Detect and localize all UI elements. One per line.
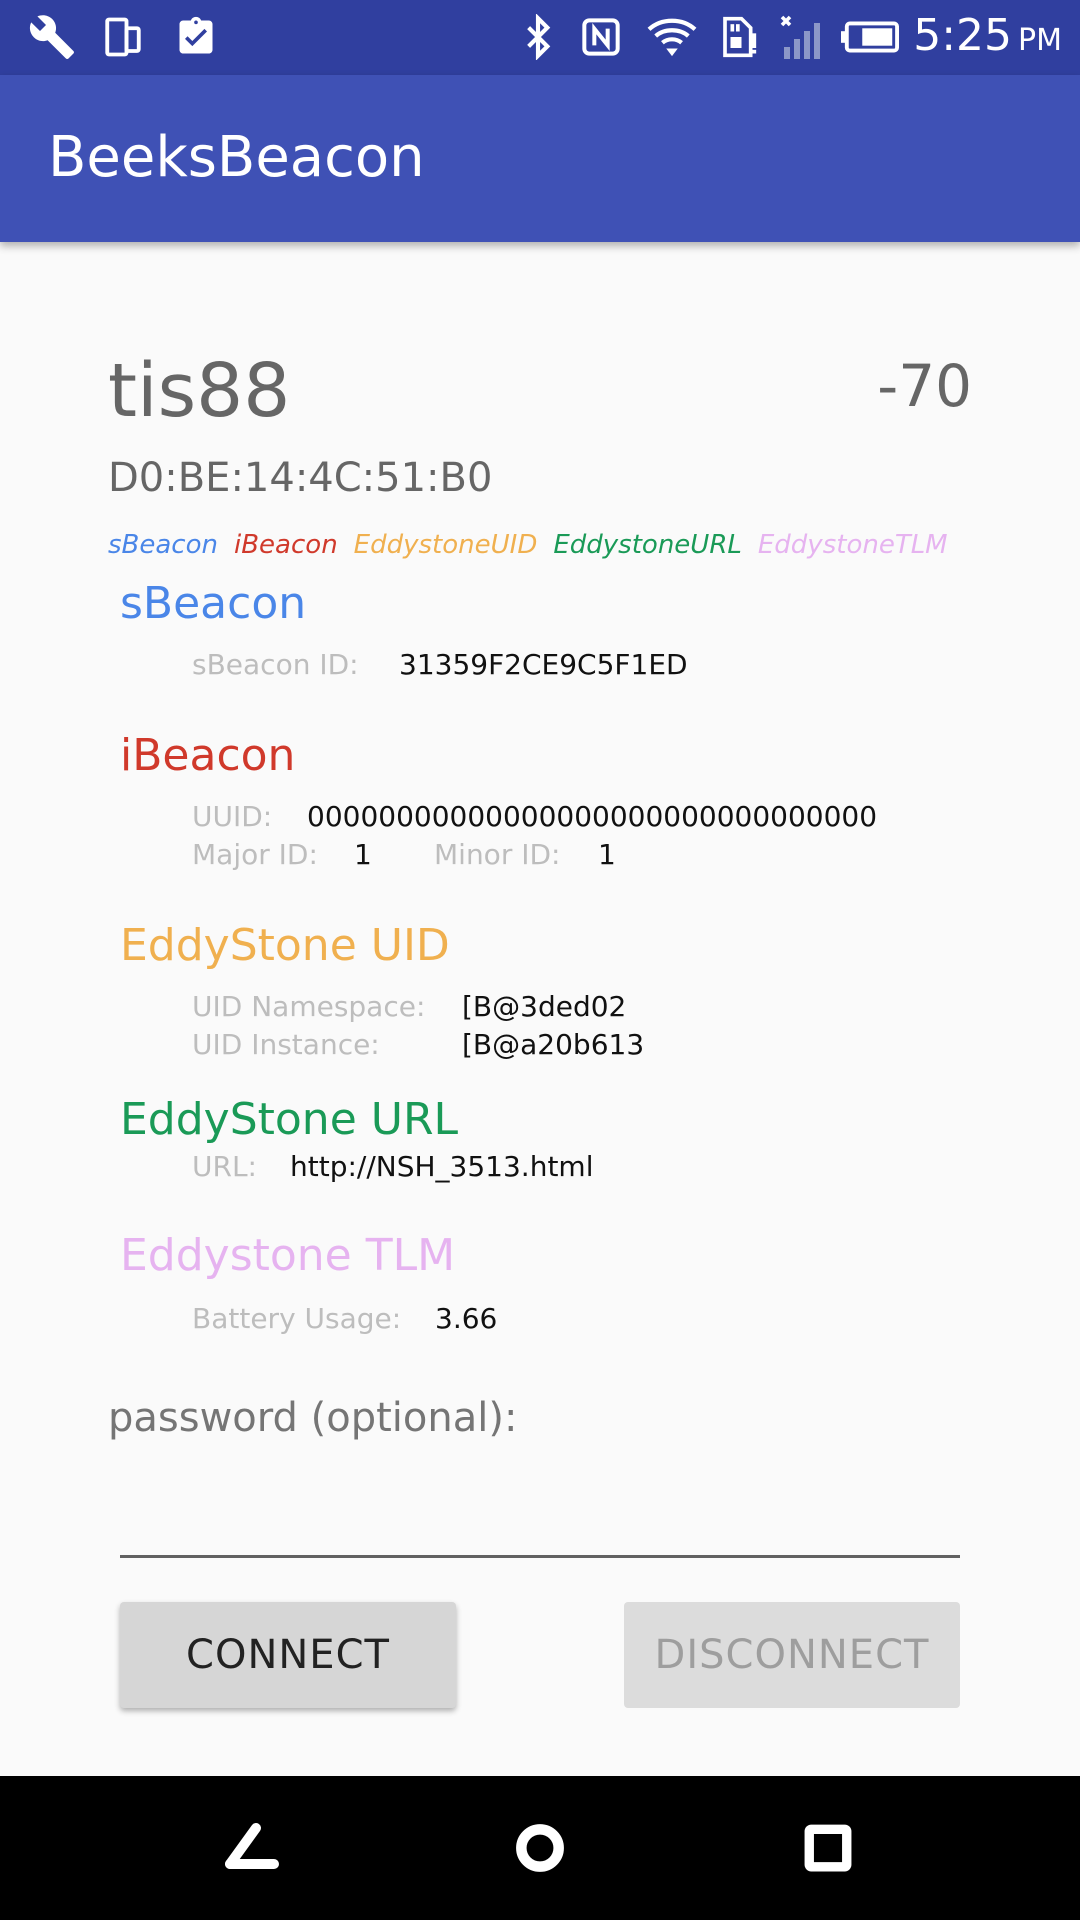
wrench-icon <box>24 12 80 62</box>
recents-icon[interactable] <box>786 1806 870 1890</box>
password-underline <box>120 1555 960 1558</box>
uid-instance-row: UID Instance: [B@a20b613 <box>192 1028 644 1061</box>
url-value: http://NSH_3513.html <box>290 1150 594 1183</box>
minor-id-label: Minor ID: <box>434 838 561 871</box>
major-id-label: Major ID: <box>192 838 318 871</box>
ibeacon-title: iBeacon <box>120 730 296 781</box>
back-icon[interactable] <box>210 1806 294 1890</box>
eddystone-tlm-title: Eddystone TLM <box>120 1230 456 1281</box>
disconnect-button[interactable]: DISCONNECT <box>624 1602 960 1708</box>
device-icon <box>98 12 148 62</box>
uid-instance-value: [B@a20b613 <box>462 1028 645 1061</box>
uid-namespace-value: [B@3ded02 <box>462 990 627 1023</box>
app-title: BeeksBeacon <box>48 125 425 190</box>
clipboard-check-icon <box>170 12 222 62</box>
sbeacon-id-value: 31359F2CE9C5F1ED <box>399 648 688 681</box>
uid-namespace-label: UID Namespace: <box>192 990 426 1023</box>
wifi-icon <box>644 12 700 62</box>
sbeacon-id-row: sBeacon ID: 31359F2CE9C5F1ED <box>192 648 688 681</box>
bluetooth-icon <box>518 12 558 62</box>
ibeacon-ids-row: Major ID: 1 Minor ID: 1 <box>192 838 616 871</box>
device-name: tis88 <box>108 348 291 434</box>
ibeacon-uuid-row: UUID: 00000000000000000000000000000000 <box>192 800 877 833</box>
battery-usage-label: Battery Usage: <box>192 1302 402 1335</box>
clock: 5:25 PM <box>913 10 1062 61</box>
major-id-value: 1 <box>354 838 372 871</box>
status-bar: 5:25 PM <box>0 0 1080 75</box>
legend-ibeacon: iBeacon <box>234 530 338 560</box>
app-bar: BeeksBeacon <box>0 75 1080 242</box>
eddystone-url-title: EddyStone URL <box>120 1094 459 1145</box>
password-label: password (optional): <box>108 1395 518 1441</box>
battery-usage-value: 3.66 <box>435 1302 498 1335</box>
eddystone-uid-title: EddyStone UID <box>120 920 450 971</box>
url-label: URL: <box>192 1150 257 1183</box>
legend-eddystone-tlm: EddystoneTLM <box>757 530 948 560</box>
password-input[interactable] <box>120 1490 964 1552</box>
navigation-bar <box>0 1776 1080 1920</box>
home-icon[interactable] <box>498 1806 582 1890</box>
uid-instance-label: UID Instance: <box>192 1028 380 1061</box>
battery-usage-row: Battery Usage: 3.66 <box>192 1302 497 1335</box>
uuid-value: 00000000000000000000000000000000 <box>307 800 878 833</box>
battery-icon <box>840 12 900 62</box>
sbeacon-id-label: sBeacon ID: <box>192 648 359 681</box>
legend-eddystone-url: EddystoneURL <box>553 530 742 560</box>
uuid-label: UUID: <box>192 800 273 833</box>
rssi-value: -70 <box>877 352 972 420</box>
connect-button[interactable]: CONNECT <box>120 1602 456 1708</box>
signal-icon <box>774 12 826 62</box>
legend-eddystone-uid: EddystoneUID <box>353 530 538 560</box>
nfc-icon <box>578 12 624 62</box>
sd-card-alert-icon <box>712 12 760 62</box>
minor-id-value: 1 <box>598 838 616 871</box>
sbeacon-title: sBeacon <box>120 578 307 629</box>
beacon-type-legend: sBeacon iBeacon EddystoneUID EddystoneUR… <box>108 530 948 560</box>
legend-sbeacon: sBeacon <box>108 530 218 560</box>
url-row: URL: http://NSH_3513.html <box>192 1150 594 1183</box>
uid-namespace-row: UID Namespace: [B@3ded02 <box>192 990 626 1023</box>
mac-address: D0:BE:14:4C:51:B0 <box>108 455 493 501</box>
